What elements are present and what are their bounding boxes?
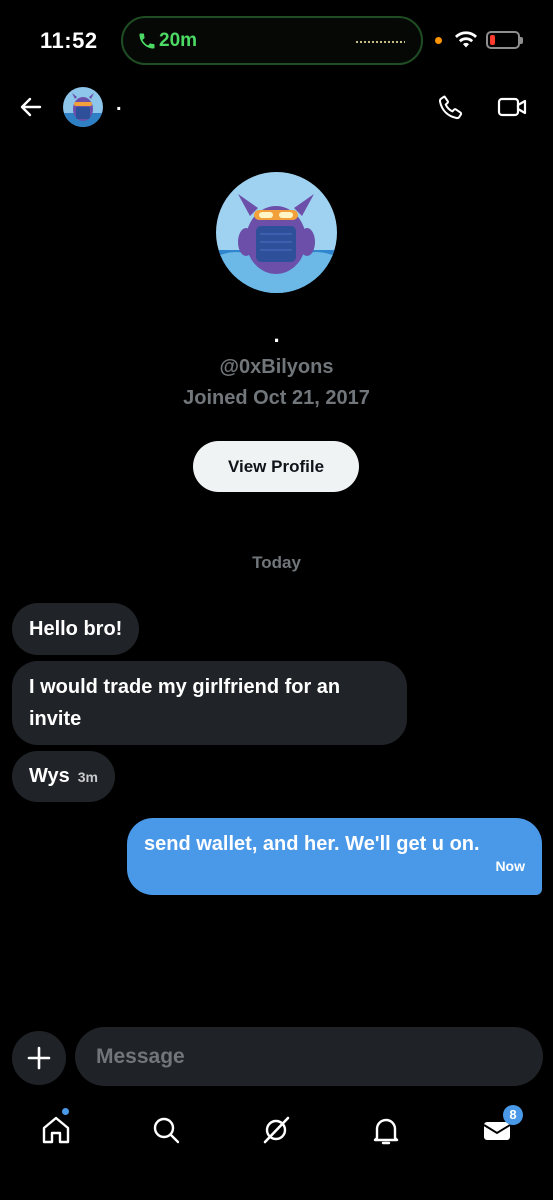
header-avatar[interactable] [63, 87, 103, 127]
tab-grok[interactable] [256, 1110, 296, 1150]
bottom-tab-bar [0, 1100, 553, 1200]
phone-icon[interactable] [436, 92, 466, 122]
profile-avatar[interactable] [216, 172, 337, 293]
profile-handle: @0xBilyons [219, 356, 334, 378]
call-duration: 20m [159, 30, 198, 51]
video-camera-icon[interactable] [496, 92, 528, 122]
conversation-header: . [0, 82, 553, 130]
profile-summary: . @0xBilyons Joined Oct 21, 2017 [0, 172, 553, 411]
messages-unread-badge: 8 [503, 1105, 523, 1125]
date-separator: Today [252, 553, 301, 572]
message-bubble-incoming[interactable]: Wys 3m [12, 751, 115, 802]
message-bubble-incoming[interactable]: Hello bro! [12, 603, 140, 655]
status-bar: 11:52 20m [0, 0, 553, 80]
message-timestamp: 3m [77, 769, 98, 785]
home-icon [42, 1116, 70, 1144]
message-bubble-incoming[interactable]: I would trade my girlfriend for an invit… [12, 661, 407, 745]
phone-call-icon [139, 33, 155, 49]
tab-home[interactable] [36, 1110, 76, 1150]
view-profile-button[interactable]: View Profile [193, 441, 359, 492]
grok-icon [263, 1116, 290, 1144]
plus-icon [27, 1046, 51, 1070]
profile-display-name: . [273, 322, 280, 347]
profile-joined-date: Joined Oct 21, 2017 [183, 387, 370, 409]
message-timestamp: Now [495, 858, 525, 874]
add-attachment-button[interactable] [12, 1031, 66, 1085]
message-text: Wys [29, 765, 70, 787]
message-input[interactable] [75, 1027, 543, 1086]
arrow-left-icon[interactable] [16, 92, 46, 122]
mic-indicator-dot [435, 37, 442, 44]
bell-icon [373, 1118, 399, 1145]
tab-search[interactable] [146, 1110, 186, 1150]
search-icon [153, 1117, 180, 1144]
active-call-pill[interactable]: 20m [121, 16, 423, 65]
wifi-icon [455, 31, 477, 48]
tab-notifications[interactable] [366, 1110, 406, 1150]
audio-wave-icon [355, 40, 405, 44]
battery-icon [486, 31, 523, 49]
message-text: Hello bro! [29, 618, 123, 640]
message-bubble-outgoing[interactable]: send wallet, and her. We'll get u on. No… [127, 818, 542, 895]
home-notification-dot [62, 1108, 69, 1115]
message-text: I would trade my girlfriend for an invit… [29, 676, 341, 730]
header-contact-name[interactable]: . [116, 93, 122, 116]
status-clock: 11:52 [40, 28, 98, 53]
message-text: send wallet, and her. We'll get u on. [144, 833, 480, 855]
